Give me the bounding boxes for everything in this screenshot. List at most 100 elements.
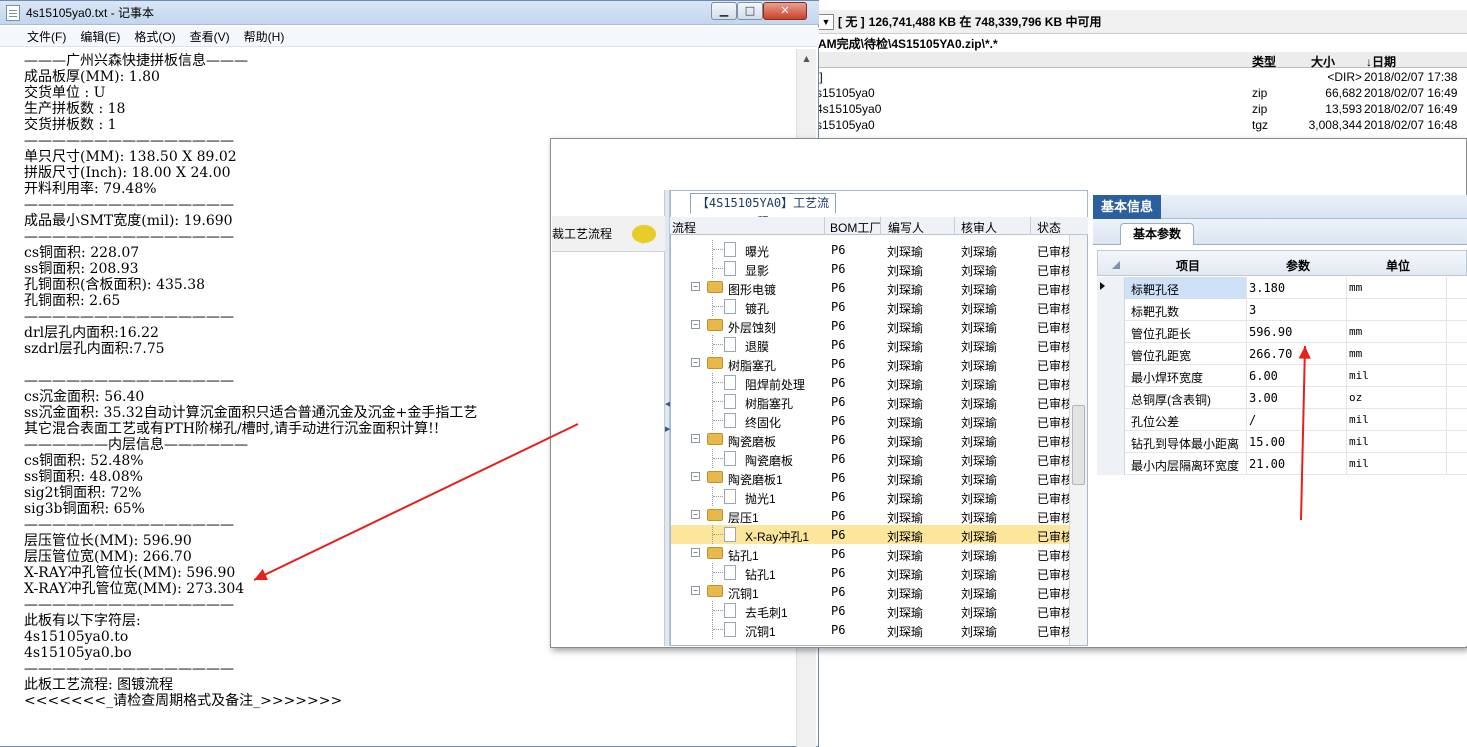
flow-row[interactable]: − 沉铜1 P6 刘琛瑜 刘琛瑜 已审核 <box>671 582 1069 601</box>
writer: 刘琛瑜 <box>887 264 924 278</box>
flow-row[interactable]: 阻焊前处理 P6 刘琛瑜 刘琛瑜 已审核 <box>671 373 1069 392</box>
reviewer: 刘琛瑜 <box>961 606 998 620</box>
flow-row[interactable]: 退膜 P6 刘琛瑜 刘琛瑜 已审核 <box>671 335 1069 354</box>
col-unit[interactable]: 单位 <box>1386 257 1410 274</box>
param-row[interactable]: 总铜厚(含表铜) 3.00 oz <box>1097 387 1467 409</box>
flow-row[interactable]: 树脂塞孔 P6 刘琛瑜 刘琛瑜 已审核 <box>671 392 1069 411</box>
param-name: 最小内层隔离环宽度 <box>1125 453 1247 475</box>
flow-row[interactable]: − 外层蚀刻 P6 刘琛瑜 刘琛瑜 已审核 <box>671 316 1069 335</box>
status: 已审核 <box>1037 340 1069 354</box>
tree-branch <box>713 629 723 630</box>
document-icon <box>724 375 736 390</box>
reviewer: 刘琛瑜 <box>961 340 998 354</box>
flow-row[interactable]: − 层压1 P6 刘琛瑜 刘琛瑜 已审核 <box>671 506 1069 525</box>
param-unit <box>1347 299 1447 321</box>
col-flow[interactable]: 流程 <box>672 219 696 236</box>
collapse-icon[interactable]: − <box>691 586 700 595</box>
col-date-header[interactable]: ↓日期 <box>1366 53 1396 70</box>
flow-row[interactable]: X-Ray冲孔1 P6 刘琛瑜 刘琛瑜 已审核 <box>671 525 1069 544</box>
minimize-button[interactable]: ▁ <box>711 2 737 20</box>
col-bom[interactable]: BOM工厂 <box>830 219 881 236</box>
collapse-icon[interactable]: − <box>691 434 700 443</box>
flow-row[interactable]: − 陶瓷磨板1 P6 刘琛瑜 刘琛瑜 已审核 <box>671 468 1069 487</box>
flow-row[interactable]: 陶瓷磨板 P6 刘琛瑜 刘琛瑜 已审核 <box>671 449 1069 468</box>
file-row[interactable]: .] <DIR> 2018/02/07 17:38 <box>812 69 1467 85</box>
menu-item[interactable]: 编辑(E) <box>80 27 120 46</box>
maximize-button[interactable]: □ <box>737 2 763 20</box>
file-date: 2018/02/07 16:49 <box>1364 102 1458 116</box>
param-row[interactable]: 最小焊环宽度 6.00 mil <box>1097 365 1467 387</box>
flow-row[interactable]: 终固化 P6 刘琛瑜 刘琛瑜 已审核 <box>671 411 1069 430</box>
param-value[interactable]: 6.00 <box>1247 365 1347 387</box>
flow-row[interactable]: − 陶瓷磨板 P6 刘琛瑜 刘琛瑜 已审核 <box>671 430 1069 449</box>
close-button[interactable]: ✕ <box>763 2 807 20</box>
reviewer: 刘琛瑜 <box>961 378 998 392</box>
col-writer[interactable]: 编写人 <box>888 219 924 236</box>
param-value[interactable]: 3.180 <box>1247 277 1347 299</box>
flow-row[interactable]: − 图形电镀 P6 刘琛瑜 刘琛瑜 已审核 <box>671 278 1069 297</box>
flow-step-name: 沉铜1 <box>728 587 759 601</box>
writer: 刘琛瑜 <box>887 302 924 316</box>
flow-row[interactable]: 去毛刺1 P6 刘琛瑜 刘琛瑜 已审核 <box>671 601 1069 620</box>
flow-row[interactable]: 钻孔1 P6 刘琛瑜 刘琛瑜 已审核 <box>671 563 1069 582</box>
flow-row[interactable]: 曝光 P6 刘琛瑜 刘琛瑜 已审核 <box>671 240 1069 259</box>
collapse-icon[interactable]: − <box>691 510 700 519</box>
flow-tab[interactable]: 【4S15105YA0】工艺流程 <box>690 193 836 229</box>
param-row[interactable]: 标靶孔径 3.180 mm <box>1097 277 1467 299</box>
file-row[interactable]: 4s15105ya0 zip 13,593 2018/02/07 16:49 <box>812 101 1467 117</box>
flow-row[interactable]: − 钻孔1 P6 刘琛瑜 刘琛瑜 已审核 <box>671 544 1069 563</box>
menu-item[interactable]: 帮助(H) <box>244 27 285 46</box>
bom-factory: P6 <box>831 300 846 314</box>
text-line: 交货拼板数 : 1 <box>24 117 117 133</box>
col-reviewer[interactable]: 核审人 <box>961 219 997 236</box>
collapse-icon[interactable]: − <box>691 320 700 329</box>
tab-basic-params[interactable]: 基本参数 <box>1120 223 1194 245</box>
document-icon <box>724 451 736 466</box>
reviewer: 刘琛瑜 <box>961 625 998 639</box>
reviewer: 刘琛瑜 <box>961 245 998 259</box>
flow-row[interactable]: 沉铜1 P6 刘琛瑜 刘琛瑜 已审核 <box>671 620 1069 639</box>
param-value[interactable]: 596.90 <box>1247 321 1347 343</box>
col-param[interactable]: 参数 <box>1286 257 1310 274</box>
param-row[interactable]: 钻孔到导体最小距离 15.00 mil <box>1097 431 1467 453</box>
drive-dropdown-icon[interactable]: ▼ <box>818 13 834 30</box>
param-value[interactable]: 21.00 <box>1247 453 1347 475</box>
param-row[interactable]: 管位孔距宽 266.70 mm <box>1097 343 1467 365</box>
chat-bubble-icon[interactable] <box>632 225 656 243</box>
menu-item[interactable]: 格式(O) <box>134 27 175 46</box>
collapse-icon[interactable]: − <box>691 548 700 557</box>
flow-row[interactable]: 显影 P6 刘琛瑜 刘琛瑜 已审核 <box>671 259 1069 278</box>
param-row[interactable]: 孔位公差 / mil <box>1097 409 1467 431</box>
file-row[interactable]: s15105ya0 tgz 3,008,344 2018/02/07 16:48 <box>812 117 1467 133</box>
writer: 刘琛瑜 <box>887 416 924 430</box>
param-value[interactable]: 15.00 <box>1247 431 1347 453</box>
menu-item[interactable]: 文件(F) <box>27 27 66 46</box>
status: 已审核 <box>1037 511 1069 525</box>
menu-item[interactable]: 查看(V) <box>190 27 230 46</box>
tab-basic-info[interactable]: 基本信息 <box>1093 195 1161 219</box>
file-row[interactable]: s15105ya0 zip 66,682 2018/02/07 16:49 <box>812 85 1467 101</box>
param-row[interactable]: 标靶孔数 3 <box>1097 299 1467 321</box>
param-value[interactable]: / <box>1247 409 1347 431</box>
bom-factory: P6 <box>831 604 846 618</box>
col-type-header[interactable]: 类型 <box>1252 53 1276 70</box>
collapse-icon[interactable]: − <box>691 282 700 291</box>
scroll-up-icon[interactable]: ▲ <box>800 51 813 67</box>
col-size-header[interactable]: 大小 <box>1311 53 1335 70</box>
collapse-icon[interactable]: − <box>691 472 700 481</box>
flow-row[interactable]: 镀孔 P6 刘琛瑜 刘琛瑜 已审核 <box>671 297 1069 316</box>
param-value[interactable]: 3 <box>1247 299 1347 321</box>
param-value[interactable]: 266.70 <box>1247 343 1347 365</box>
flow-row[interactable]: − 树脂塞孔 P6 刘琛瑜 刘琛瑜 已审核 <box>671 354 1069 373</box>
file-size: 13,593 <box>1325 102 1362 116</box>
col-status[interactable]: 状态 <box>1037 219 1061 236</box>
param-row[interactable]: 管位孔距长 596.90 mm <box>1097 321 1467 343</box>
flow-row[interactable]: 抛光1 P6 刘琛瑜 刘琛瑜 已审核 <box>671 487 1069 506</box>
row-indicator <box>1097 409 1125 431</box>
param-value[interactable]: 3.00 <box>1247 387 1347 409</box>
collapse-icon[interactable]: − <box>691 358 700 367</box>
param-row[interactable]: 最小内层隔离环宽度 21.00 mil <box>1097 453 1467 475</box>
col-item[interactable]: 项目 <box>1176 257 1200 274</box>
flow-scrollbar[interactable] <box>1069 235 1087 645</box>
flow-scroll-thumb[interactable] <box>1072 405 1085 485</box>
